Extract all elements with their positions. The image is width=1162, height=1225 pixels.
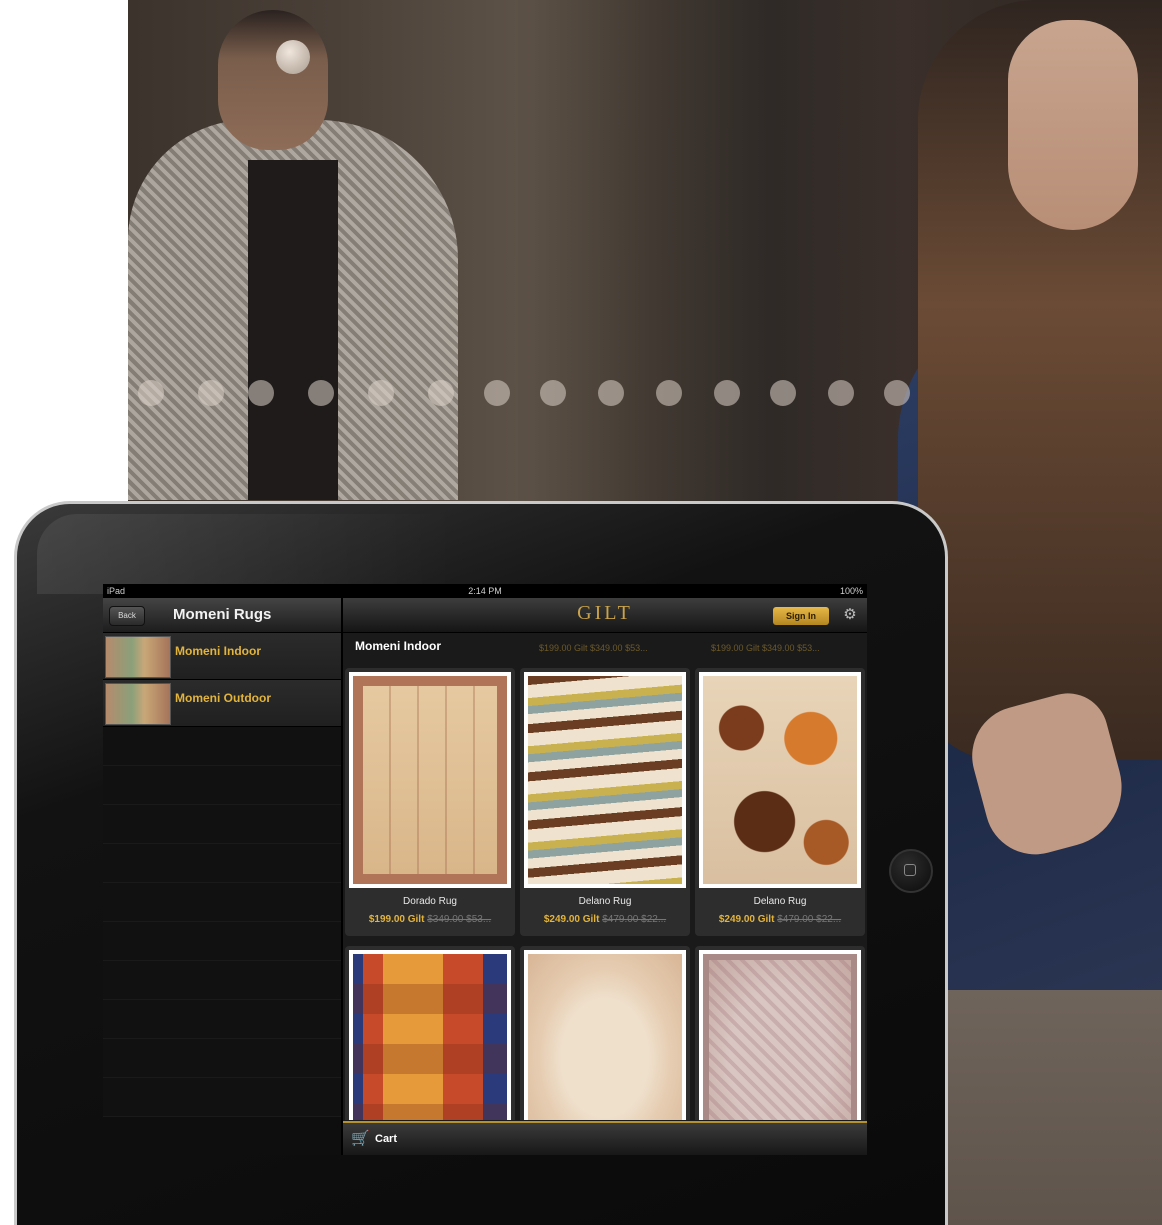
empty-row xyxy=(103,1078,341,1117)
category-item-indoor[interactable]: Momeni Indoor xyxy=(103,633,341,680)
status-time: 2:14 PM xyxy=(468,586,502,596)
battery-label: 100% xyxy=(839,586,863,596)
cart-icon: 🛒 xyxy=(351,1130,370,1147)
cart-label: Cart xyxy=(375,1133,398,1145)
product-image xyxy=(349,950,511,1120)
product-card[interactable] xyxy=(520,946,690,1120)
original-price: $479.00 $22... xyxy=(777,914,842,925)
product-card[interactable] xyxy=(345,946,515,1120)
glass-pole xyxy=(276,40,310,74)
product-card[interactable]: Dorado Rug $199.00 Gilt $349.00 $53... xyxy=(345,668,515,936)
empty-row xyxy=(103,805,341,844)
top-nav-bar: GILT Sign In ⚙ xyxy=(343,598,867,633)
product-pane: GILT Sign In ⚙ Momeni Indoor $199.00 Gil… xyxy=(343,598,867,1155)
product-name: Delano Rug xyxy=(753,896,807,907)
gilt-price: $249.00 Gilt xyxy=(543,914,600,925)
product-image xyxy=(699,672,861,888)
empty-row xyxy=(103,922,341,961)
product-price: $249.00 Gilt $479.00 $22... xyxy=(520,914,690,925)
product-image xyxy=(349,672,511,888)
empty-row xyxy=(103,961,341,1000)
product-name: Delano Rug xyxy=(578,896,632,907)
sign-in-button[interactable]: Sign In xyxy=(773,607,829,625)
category-label: Momeni Outdoor xyxy=(175,691,271,705)
category-label: Momeni Indoor xyxy=(175,644,261,658)
left-nav-bar: Back Momeni Rugs xyxy=(103,598,341,633)
empty-row xyxy=(103,883,341,922)
back-button[interactable]: Back xyxy=(109,606,145,626)
category-thumbnail xyxy=(105,636,171,678)
product-card[interactable] xyxy=(695,946,865,1120)
man-shirt xyxy=(248,160,338,500)
category-thumbnail xyxy=(105,683,171,725)
left-nav-title: Momeni Rugs xyxy=(173,606,272,623)
bezel-sheen xyxy=(37,514,457,594)
man-head xyxy=(218,10,328,150)
partial-price: $199.00 Gilt $349.00 $53... xyxy=(711,643,820,653)
empty-row xyxy=(103,1000,341,1039)
empty-row xyxy=(103,844,341,883)
original-price: $349.00 $53... xyxy=(427,914,492,925)
original-price: $479.00 $22... xyxy=(602,914,667,925)
product-card[interactable]: Delano Rug $249.00 Gilt $479.00 $22... xyxy=(520,668,690,936)
category-sidebar: Back Momeni Rugs Momeni Indoor Momeni Ou… xyxy=(103,598,341,1155)
product-image xyxy=(699,950,861,1120)
product-name: Dorado Rug xyxy=(403,896,457,907)
empty-row xyxy=(103,1039,341,1078)
product-grid[interactable]: Momeni Indoor $199.00 Gilt $349.00 $53..… xyxy=(343,633,867,1120)
home-button[interactable] xyxy=(889,849,933,893)
empty-row xyxy=(103,727,341,766)
section-title: Momeni Indoor xyxy=(355,639,441,653)
gear-icon[interactable]: ⚙ xyxy=(841,606,859,624)
partial-price: $199.00 Gilt $349.00 $53... xyxy=(539,643,648,653)
glass-dots xyxy=(128,380,928,410)
product-price: $199.00 Gilt $349.00 $53... xyxy=(345,914,515,925)
gilt-price: $199.00 Gilt xyxy=(368,914,425,925)
gilt-price: $249.00 Gilt xyxy=(718,914,775,925)
ipad-device: iPad 2:14 PM 100% Back Momeni Rugs Momen… xyxy=(14,501,948,1225)
status-bar: iPad 2:14 PM 100% xyxy=(103,584,867,598)
woman-face xyxy=(1008,20,1138,230)
product-image xyxy=(524,950,686,1120)
category-item-outdoor[interactable]: Momeni Outdoor xyxy=(103,680,341,727)
product-card[interactable]: Delano Rug $249.00 Gilt $479.00 $22... xyxy=(695,668,865,936)
window-frame xyxy=(518,0,528,500)
cart-bar[interactable]: 🛒 Cart xyxy=(343,1121,867,1155)
ipad-screen: iPad 2:14 PM 100% Back Momeni Rugs Momen… xyxy=(103,584,867,1155)
empty-row xyxy=(103,766,341,805)
product-price: $249.00 Gilt $479.00 $22... xyxy=(695,914,865,925)
product-image xyxy=(524,672,686,888)
